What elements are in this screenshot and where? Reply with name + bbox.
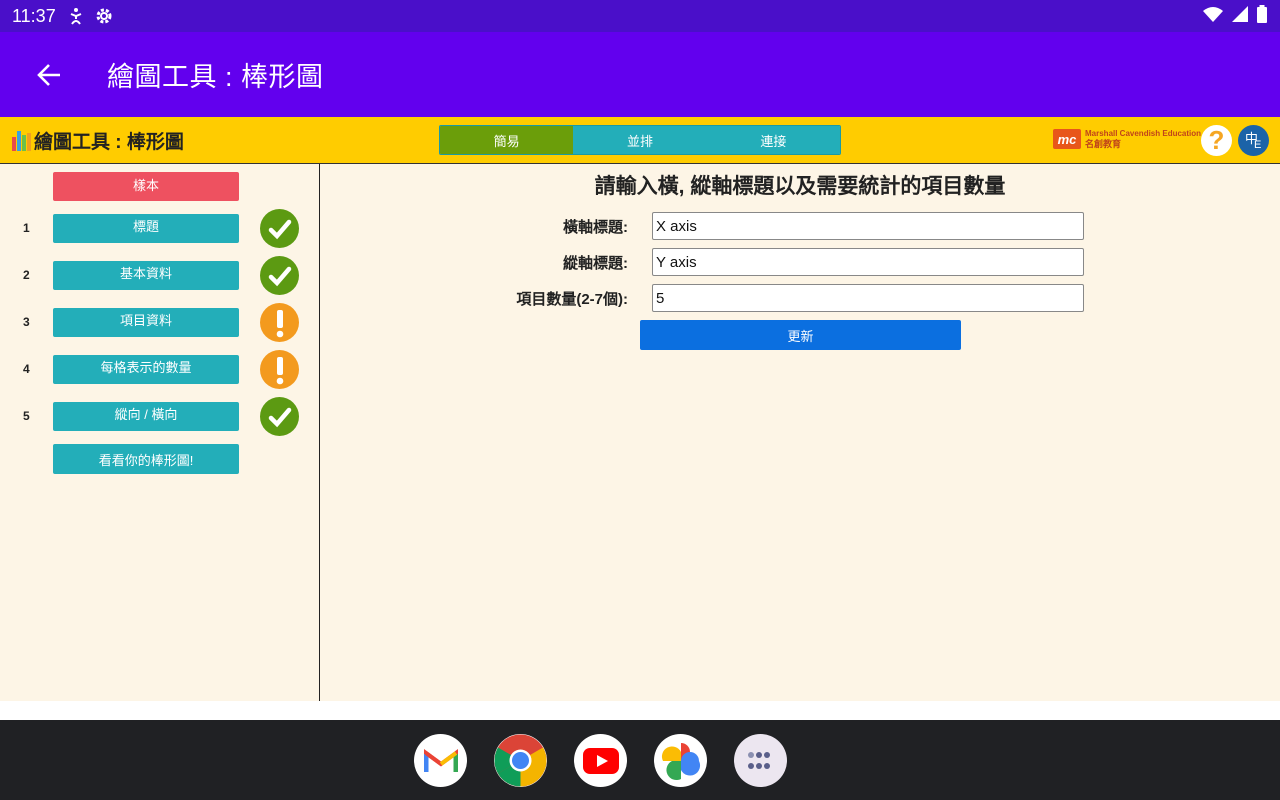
question-mark-icon: ? [1208,125,1225,155]
form-heading: 請輸入橫, 縱軸標題以及需要統計的項目數量 [594,175,1006,198]
web-header: 繪圖工具 : 棒形圖 簡易 並排 連接 mc Marshall Cavendis… [0,117,1280,164]
back-button[interactable] [19,45,79,105]
brand: 繪圖工具 : 棒形圖 [12,127,184,154]
app-bar: 繪圖工具 : 棒形圖 [0,32,1280,117]
step-scale-button[interactable]: 每格表示的數量 [53,355,239,384]
wifi-icon [1202,6,1224,27]
x-axis-row: 橫軸標題: [320,212,1280,240]
publisher-logo: mc Marshall Cavendish Education 名創教育 [1053,129,1201,149]
lang-english: E [1254,139,1262,151]
y-axis-input[interactable] [652,248,1084,276]
step-orientation-button[interactable]: 縱向 / 橫向 [53,402,239,431]
check-icon [260,256,299,295]
taskbar [0,720,1280,800]
item-count-row: 項目數量(2-7個): [320,284,1280,312]
sample-button[interactable]: 樣本 [53,172,239,201]
arrow-left-icon [37,63,60,86]
settings-gear-icon [94,6,114,26]
tab-connected[interactable]: 連接 [706,126,840,154]
y-axis-label: 縱軸標題: [563,255,628,272]
step-1: 1 標題 [0,209,320,258]
chrome-icon[interactable] [494,734,547,787]
screen: 11:37 繪圖工具 : 棒形圖 繪圖工具: 棒形圖 簡易 並排 連接 mc … [0,0,1280,800]
exclamation-icon [260,303,299,342]
mode-tabs: 簡易 並排 連接 [439,125,841,155]
tab-simple[interactable]: 簡易 [440,126,574,154]
step-number: 5 [23,409,30,423]
publisher-text: Marshall Cavendish Education 名創教育 [1085,129,1201,149]
status-time: 11:37 [12,5,56,26]
update-button[interactable]: 更新 [640,320,961,350]
publisher-zh: 名創教育 [1085,139,1122,149]
steps-sidebar: 樣本 1 標題 2 基本資料 3 項目資料 4 每格表示的數量 5 縱向 / 橫… [0,164,320,701]
x-axis-label: 橫軸標題: [563,219,628,236]
step-4: 4 每格表示的數量 [0,350,320,399]
item-count-label: 項目數量(2-7個): [516,291,628,308]
photos-icon[interactable] [654,734,707,787]
step-5: 5 縱向 / 橫向 [0,397,320,446]
bar-chart-logo-icon [12,130,31,151]
app-dock [414,734,787,787]
check-icon [260,397,299,436]
main-panel: 請輸入橫, 縱軸標題以及需要統計的項目數量 橫軸標題: 縱軸標題: 項目數量(2… [320,164,1280,701]
step-item-data-button[interactable]: 項目資料 [53,308,239,337]
step-basic-info-button[interactable]: 基本資料 [53,261,239,290]
exclamation-icon [260,350,299,389]
publisher-en: Marshall Cavendish Education [1085,129,1202,138]
step-number: 1 [23,221,30,235]
step-number: 3 [23,315,30,329]
item-count-input[interactable] [652,284,1084,312]
status-right [1202,4,1268,28]
status-bar: 11:37 [0,0,1280,32]
step-number: 2 [23,268,30,282]
tab-side-by-side[interactable]: 並排 [573,126,707,154]
language-toggle-button[interactable]: 中 E [1238,125,1269,156]
y-axis-row: 縱軸標題: [320,248,1280,276]
app-title: 繪圖工具 : 棒形圖 [107,62,324,92]
accessibility-icon [68,7,84,25]
signal-icon [1232,5,1248,27]
step-number: 4 [23,362,30,376]
step-title-button[interactable]: 標題 [53,214,239,243]
step-2: 2 基本資料 [0,256,320,305]
publisher-mark: mc [1053,129,1081,149]
battery-icon [1256,4,1268,28]
gmail-icon[interactable] [414,734,467,787]
bottom-strip [0,701,1280,720]
x-axis-input[interactable] [652,212,1084,240]
check-icon [260,209,299,248]
youtube-icon[interactable] [574,734,627,787]
help-button[interactable]: ? [1201,125,1232,156]
brand-title: 繪圖工具 : 棒形圖 [34,132,184,153]
step-3: 3 項目資料 [0,303,320,352]
app-drawer-icon[interactable] [734,734,787,787]
view-chart-button[interactable]: 看看你的棒形圖! [53,444,239,474]
